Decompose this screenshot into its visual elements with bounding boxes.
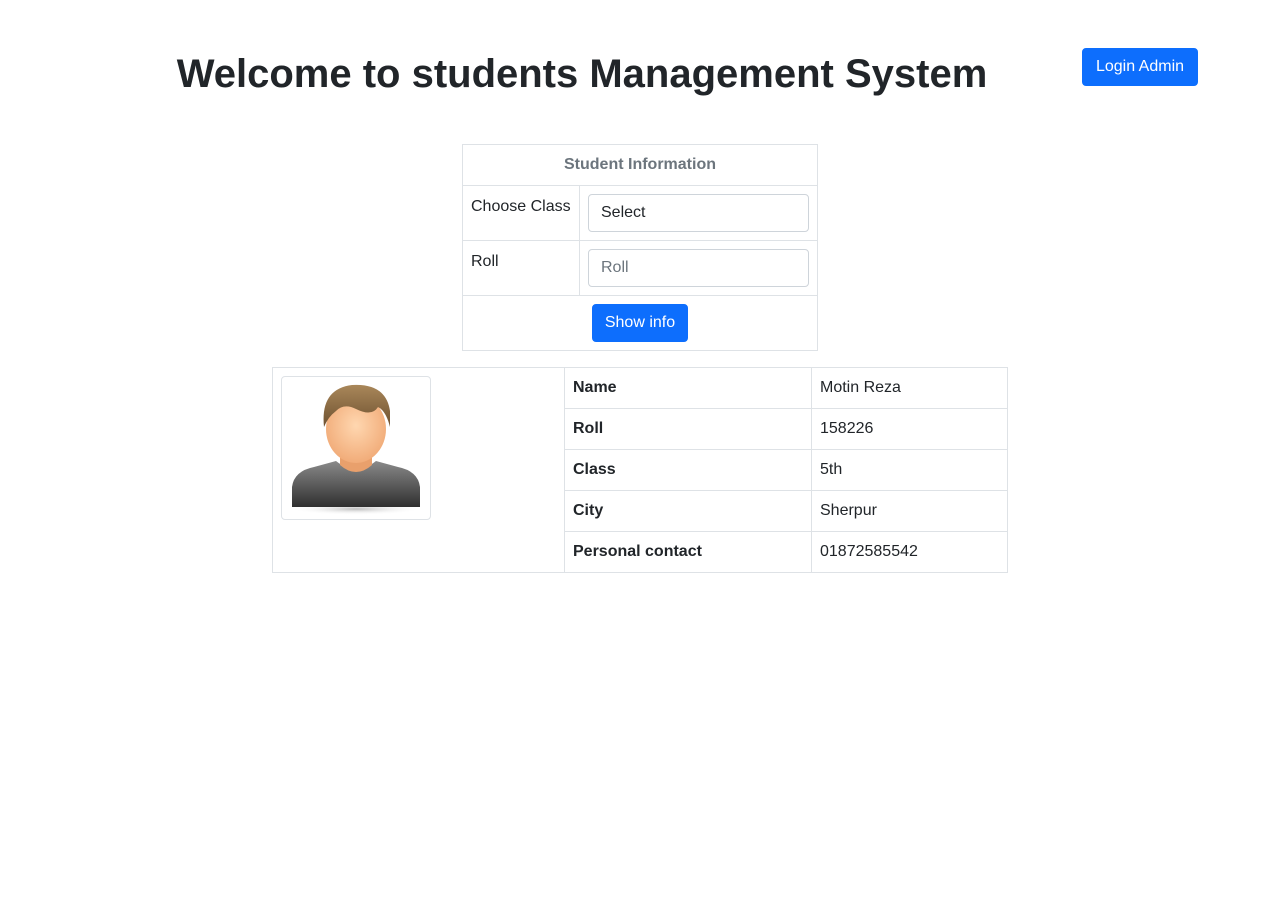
field-value: 01872585542 bbox=[811, 531, 1008, 573]
roll-label: Roll bbox=[462, 240, 580, 296]
roll-input-placeholder: Roll bbox=[601, 259, 629, 276]
user-avatar-icon bbox=[290, 384, 422, 515]
field-value: 5th bbox=[811, 449, 1008, 491]
search-form-heading: Student Information bbox=[462, 144, 818, 186]
page: Welcome to students Management System Lo… bbox=[0, 0, 1280, 911]
field-value: Motin Reza bbox=[811, 367, 1008, 409]
field-key: Personal contact bbox=[564, 531, 812, 573]
page-title: Welcome to students Management System bbox=[176, 52, 988, 96]
field-key: Roll bbox=[564, 408, 812, 450]
show-info-button[interactable]: Show info bbox=[592, 304, 688, 342]
field-key: City bbox=[564, 490, 812, 532]
field-value: 158226 bbox=[811, 408, 1008, 450]
login-admin-button[interactable]: Login Admin bbox=[1082, 48, 1198, 86]
field-key: Class bbox=[564, 449, 812, 491]
roll-input[interactable]: Roll bbox=[588, 249, 809, 287]
avatar bbox=[281, 376, 431, 520]
class-select[interactable]: Select bbox=[588, 194, 809, 232]
choose-class-label: Choose Class bbox=[462, 185, 580, 241]
table-row: Name Motin Reza bbox=[272, 367, 1008, 573]
search-form: Student Information Choose Class Select … bbox=[462, 144, 818, 351]
class-select-value: Select bbox=[601, 204, 646, 221]
field-key: Name bbox=[564, 367, 812, 409]
field-value: Sherpur bbox=[811, 490, 1008, 532]
student-info-table: Name Motin Reza Roll 158226 Class 5th Ci… bbox=[272, 367, 1008, 573]
photo-cell bbox=[272, 367, 565, 573]
